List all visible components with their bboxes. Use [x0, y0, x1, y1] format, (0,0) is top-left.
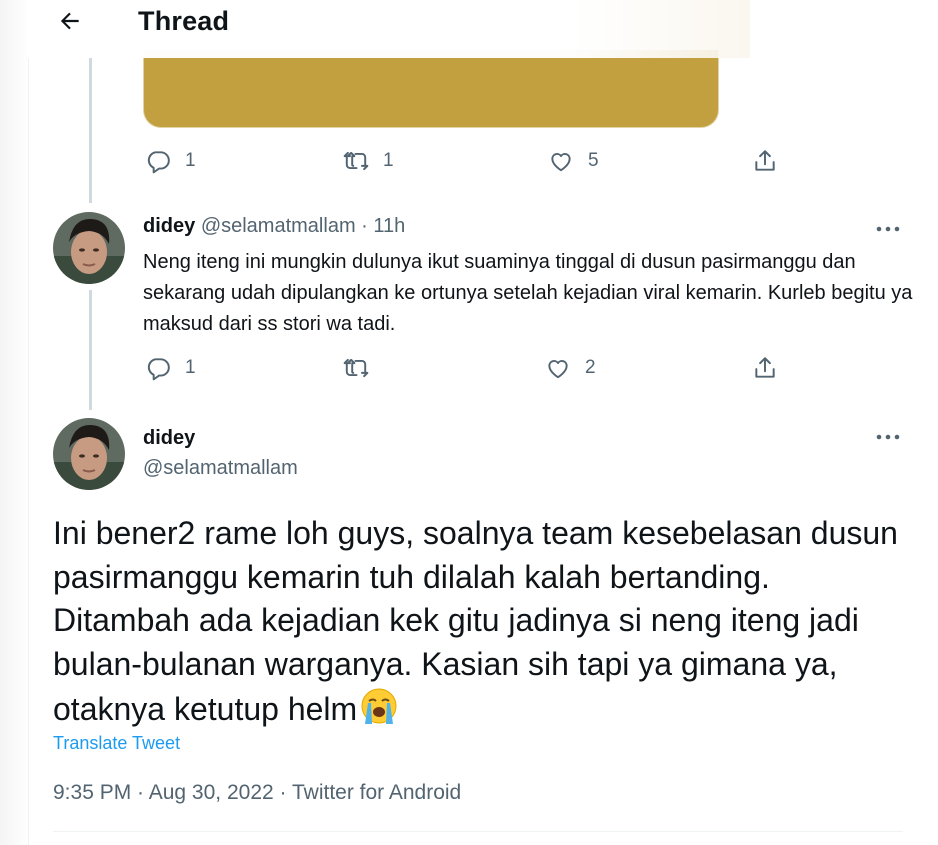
- tweet-text: Ini bener2 rame loh guys, soalnya team k…: [53, 515, 898, 727]
- tweet-date[interactable]: Aug 30, 2022: [149, 781, 274, 804]
- reply-icon: [147, 151, 170, 174]
- divider: [53, 831, 903, 832]
- reply-button[interactable]: 1: [145, 148, 196, 174]
- avatar[interactable]: [53, 212, 125, 284]
- retweet-count: 1: [383, 150, 394, 171]
- share-icon: [755, 357, 775, 378]
- avatar[interactable]: [53, 418, 125, 490]
- author-handle[interactable]: @selamatmallam: [201, 215, 356, 237]
- left-page-margin: [0, 0, 30, 845]
- reply-count: 1: [185, 357, 196, 378]
- separator: ·: [273, 781, 292, 804]
- separator: ·: [355, 215, 374, 237]
- tweet-media-image[interactable]: [143, 50, 719, 128]
- retweet-icon: [343, 151, 369, 171]
- like-count: 2: [585, 357, 596, 378]
- separator: ·: [131, 781, 149, 804]
- thread-header: Thread: [28, 0, 750, 58]
- share-icon: [755, 150, 775, 171]
- author-name[interactable]: didey: [143, 215, 195, 237]
- thread-line: [89, 58, 92, 203]
- translate-tweet-link[interactable]: Translate Tweet: [53, 733, 180, 754]
- thread-line: [89, 290, 92, 410]
- tweet-source[interactable]: Twitter for Android: [292, 781, 461, 804]
- more-icon[interactable]: [874, 427, 902, 447]
- like-icon: [548, 360, 568, 379]
- tweet-time[interactable]: 9:35 PM: [53, 781, 131, 804]
- like-button[interactable]: 5: [548, 148, 599, 174]
- page-title: Thread: [138, 6, 230, 36]
- retweet-button[interactable]: 1: [343, 148, 394, 174]
- retweet-icon: [343, 358, 369, 378]
- like-count: 5: [588, 150, 599, 171]
- more-icon[interactable]: [874, 219, 902, 239]
- like-icon: [551, 153, 571, 172]
- reply-count: 1: [185, 150, 196, 171]
- author-handle-text: @selamatmallam: [143, 457, 298, 479]
- share-button[interactable]: [752, 148, 778, 174]
- tweet-time[interactable]: 11h: [373, 215, 405, 237]
- share-button[interactable]: [752, 355, 778, 381]
- tweet-meta: 9:35 PM · Aug 30, 2022 · Twitter for And…: [53, 781, 461, 805]
- crying-emoji: [361, 688, 397, 724]
- reply-icon: [147, 358, 170, 381]
- main-tweet-text: Ini bener2 rame loh guys, soalnya team k…: [53, 512, 903, 732]
- author-name-text: didey: [143, 427, 196, 449]
- author-handle[interactable]: @selamatmallam: [143, 457, 298, 480]
- reply-author: didey @selamatmallam · 11h: [143, 215, 405, 238]
- like-button[interactable]: 2: [545, 355, 596, 381]
- back-arrow-icon[interactable]: [57, 8, 83, 34]
- author-name[interactable]: didey: [143, 427, 195, 450]
- retweet-button[interactable]: [343, 355, 369, 381]
- reply-button[interactable]: 1: [145, 355, 196, 381]
- tweet-text: Neng iteng ini mungkin dulunya ikut suam…: [143, 251, 913, 335]
